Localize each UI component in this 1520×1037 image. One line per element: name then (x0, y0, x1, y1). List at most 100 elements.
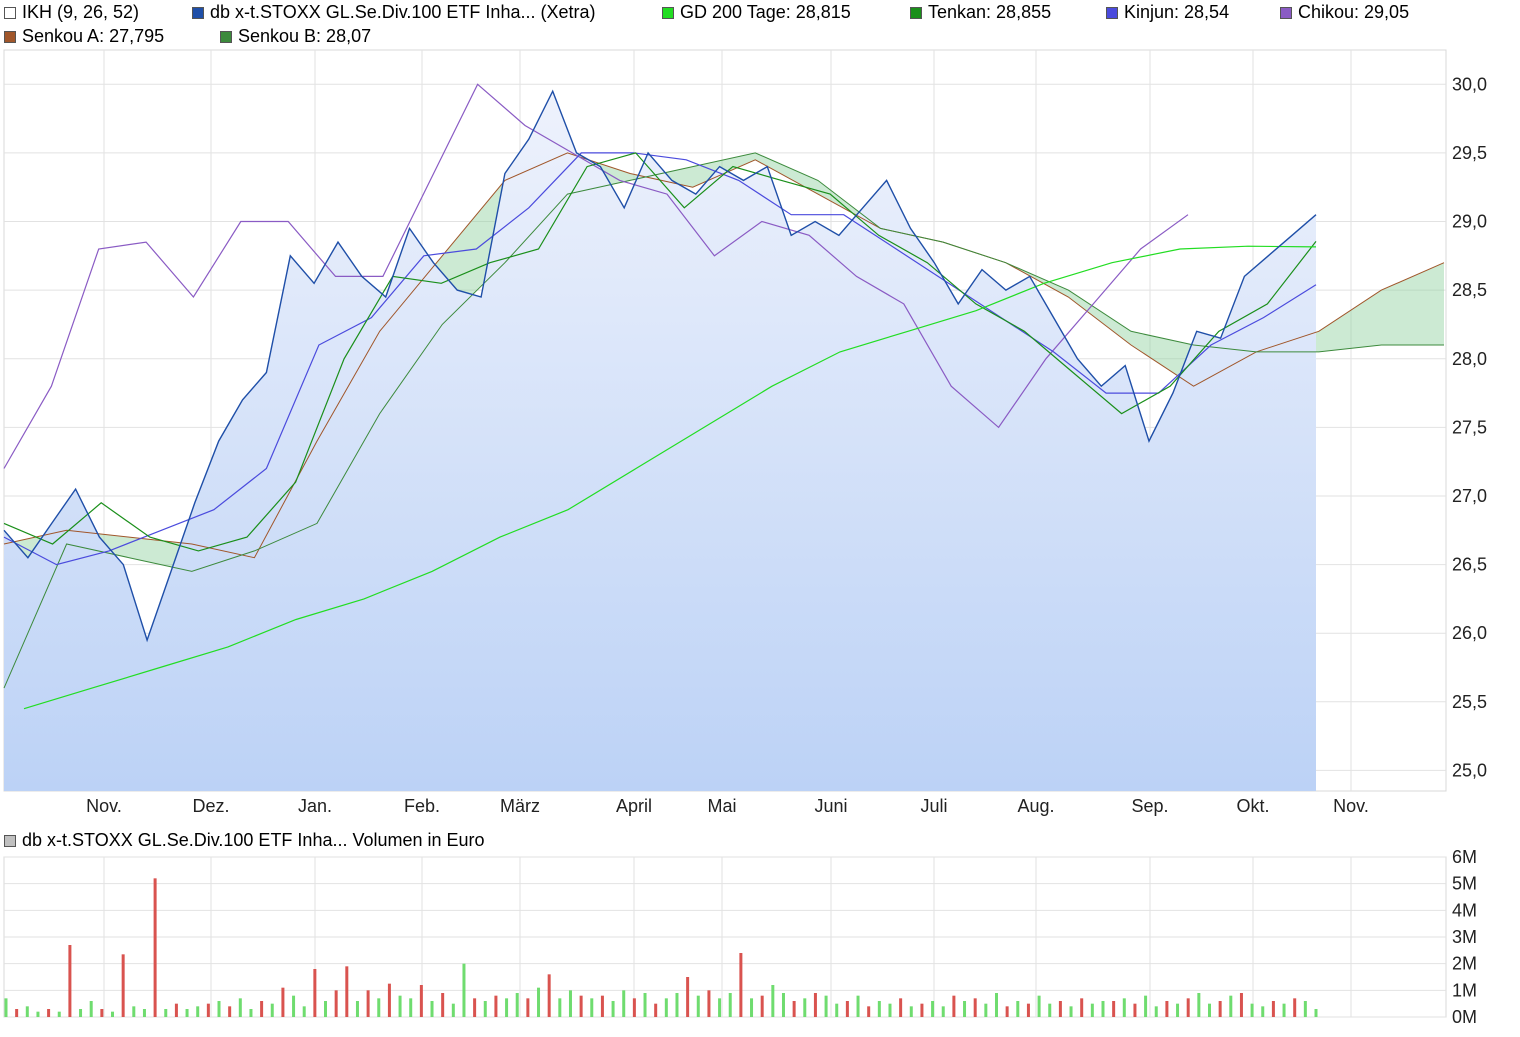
volume-bar (622, 990, 626, 1017)
volume-bar (324, 1001, 328, 1017)
volume-bar (931, 1001, 935, 1017)
volume-bar (941, 1006, 945, 1017)
ichimoku-chart: Nov. Dez. Jan. Feb. März April Mai Juni Juli Aug.… (3, 49, 1487, 1027)
y-tick-label: 27,0 (1452, 486, 1487, 506)
volume-bar (409, 998, 413, 1017)
volume-bar (1133, 1003, 1137, 1017)
volume-bar (1261, 1006, 1265, 1017)
volume-bar (1154, 1006, 1158, 1017)
volume-bar (451, 1003, 455, 1017)
volume-bar (238, 998, 242, 1017)
volume-bar (643, 993, 647, 1017)
volume-tick-label: 3M (1452, 927, 1477, 947)
volume-bar (281, 987, 285, 1017)
volume-bar (835, 1003, 839, 1017)
volume-bar (568, 990, 572, 1017)
volume-bar (963, 1001, 967, 1017)
volume-bar (611, 1001, 615, 1017)
volume-bar (430, 1001, 434, 1017)
volume-bar (1218, 1001, 1222, 1017)
volume-bar (1282, 1003, 1286, 1017)
volume-bar (164, 1009, 168, 1017)
volume-bar (1144, 995, 1148, 1017)
volume-bar (47, 1009, 51, 1017)
volume-bar (25, 1006, 29, 1017)
volume-bar (36, 1011, 40, 1017)
x-tick-label: April (616, 796, 652, 816)
x-tick-label: Aug. (1017, 796, 1054, 816)
volume-bar (196, 1006, 200, 1017)
volume-bar (1293, 998, 1297, 1017)
volume-bar (334, 990, 338, 1017)
volume-bar (441, 993, 445, 1017)
volume-bar (398, 995, 402, 1017)
volume-bar (899, 998, 903, 1017)
volume-bar (632, 998, 636, 1017)
volume-bar (345, 966, 349, 1017)
x-tick-label: Mai (707, 796, 736, 816)
volume-bar (387, 983, 391, 1017)
y-tick-label: 30,0 (1452, 74, 1487, 94)
volume-bar (888, 1003, 892, 1017)
volume-bar (686, 977, 690, 1017)
volume-tick-label: 0M (1452, 1007, 1477, 1027)
volume-bar (89, 1001, 93, 1017)
volume-bar (377, 998, 381, 1017)
volume-bar (1016, 1001, 1020, 1017)
volume-bar (292, 995, 296, 1017)
y-tick-label: 26,5 (1452, 555, 1487, 575)
volume-bar (856, 995, 860, 1017)
volume-tick-label: 6M (1452, 847, 1477, 867)
volume-bar (270, 1003, 274, 1017)
volume-bar (845, 1001, 849, 1017)
volume-bar (973, 998, 977, 1017)
volume-bar (206, 1003, 210, 1017)
y-tick-label: 25,0 (1452, 760, 1487, 780)
volume-bar (750, 998, 754, 1017)
volume-bar (419, 985, 423, 1017)
volume-bar (68, 945, 72, 1017)
volume-bar (1037, 995, 1041, 1017)
volume-bar (1229, 995, 1233, 1017)
plot-layers (3, 83, 1445, 1017)
x-tick-label: März (500, 796, 540, 816)
volume-bar (1176, 1003, 1180, 1017)
volume-bar (1271, 1001, 1275, 1017)
x-tick-label: Feb. (404, 796, 440, 816)
volume-tick-label: 4M (1452, 900, 1477, 920)
volume-bar (1250, 1003, 1254, 1017)
volume-bar (877, 1001, 881, 1017)
y-tick-label: 27,5 (1452, 417, 1487, 437)
volume-bar (121, 954, 125, 1017)
volume-bar (1048, 1003, 1052, 1017)
volume-bar (494, 995, 498, 1017)
volume-bar (1080, 998, 1084, 1017)
volume-bar (355, 1001, 359, 1017)
volume-bar (1165, 1001, 1169, 1017)
volume-bar (1090, 1003, 1094, 1017)
volume-bar (1058, 1001, 1062, 1017)
volume-bar (547, 974, 551, 1017)
volume-bar (813, 993, 817, 1017)
y-tick-label: 25,5 (1452, 692, 1487, 712)
y-tick-label: 29,5 (1452, 143, 1487, 163)
volume-bar (952, 995, 956, 1017)
volume-bar (4, 998, 8, 1017)
x-tick-label: Dez. (192, 796, 229, 816)
volume-bar (174, 1003, 178, 1017)
volume-bar (100, 1009, 104, 1017)
volume-bar (707, 990, 711, 1017)
volume-bar (760, 995, 764, 1017)
volume-bar (473, 998, 477, 1017)
x-tick-label: Okt. (1236, 796, 1269, 816)
volume-bar (600, 995, 604, 1017)
volume-bar (132, 1006, 136, 1017)
volume-bar (15, 1009, 19, 1017)
volume-bar (1069, 1006, 1073, 1017)
volume-bar (505, 998, 509, 1017)
volume-bar (1314, 1009, 1318, 1017)
volume-bar (1207, 1003, 1211, 1017)
x-tick-label: Sep. (1131, 796, 1168, 816)
volume-bar (1122, 998, 1126, 1017)
x-tick-label: Juni (814, 796, 847, 816)
